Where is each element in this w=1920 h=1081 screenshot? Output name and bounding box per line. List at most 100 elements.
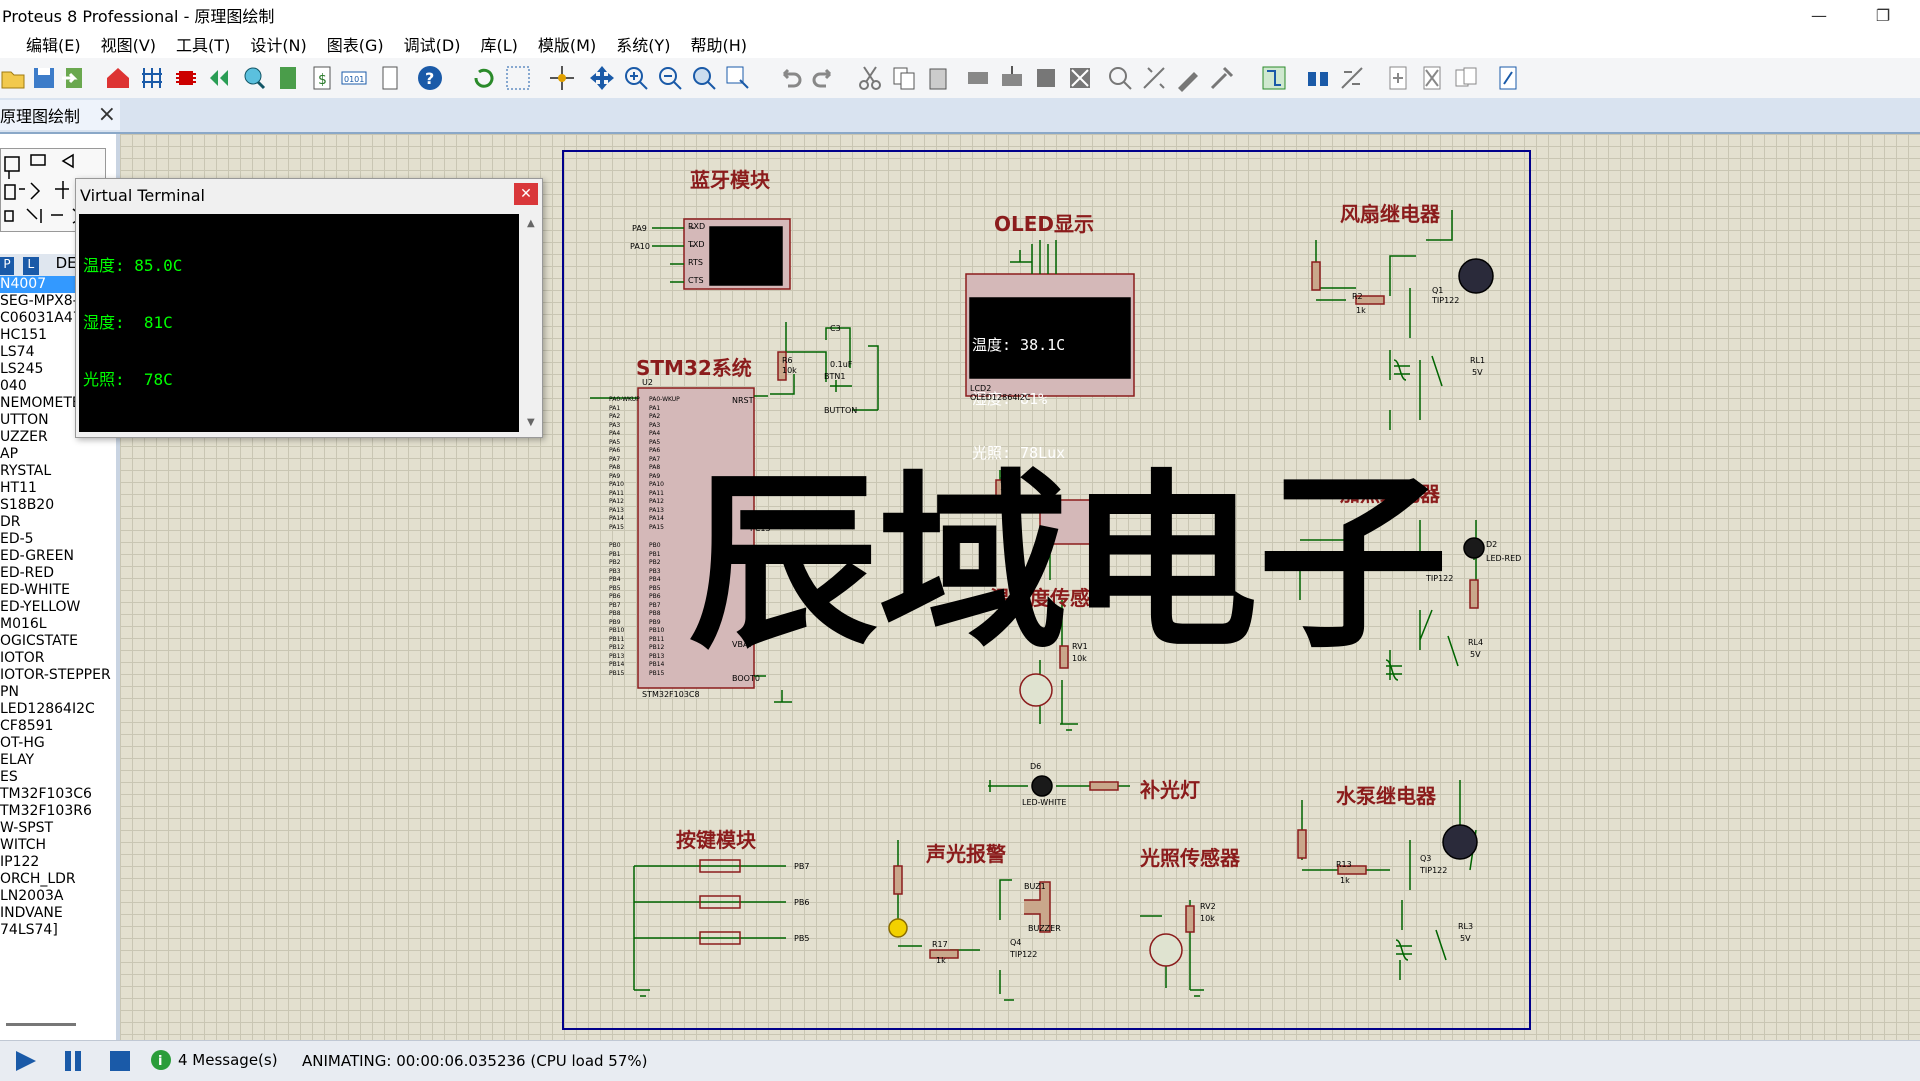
list-item[interactable]: DR: [0, 514, 112, 531]
list-item[interactable]: ED-RED: [0, 565, 112, 582]
list-item[interactable]: LN2003A: [0, 888, 112, 905]
menu-item-system[interactable]: 系统(Y): [616, 32, 670, 56]
menu-item-help[interactable]: 帮助(H): [690, 32, 747, 56]
block-move-icon[interactable]: [998, 64, 1026, 92]
help-icon[interactable]: ?: [416, 64, 444, 92]
list-item[interactable]: TM32F103R6: [0, 803, 112, 820]
origin-icon[interactable]: [548, 64, 576, 92]
wire-autorouter-icon[interactable]: [1260, 64, 1288, 92]
redo-icon[interactable]: [810, 64, 838, 92]
copy-icon[interactable]: [890, 64, 918, 92]
pan-icon[interactable]: [588, 64, 616, 92]
list-item[interactable]: ED-5: [0, 531, 112, 548]
list-item[interactable]: LED12864I2C: [0, 701, 112, 718]
menu-item-edit[interactable]: 编辑(E): [26, 32, 81, 56]
new-sheet-icon[interactable]: [1384, 64, 1412, 92]
horizontal-scrollbar[interactable]: [6, 1023, 76, 1026]
list-item[interactable]: TM32F103C6: [0, 786, 112, 803]
chip-icon[interactable]: [172, 64, 200, 92]
list-item[interactable]: ED-WHITE: [0, 582, 112, 599]
list-item[interactable]: WITCH: [0, 837, 112, 854]
list-item[interactable]: CF8591: [0, 718, 112, 735]
search-icon[interactable]: [1304, 64, 1332, 92]
make-device-icon[interactable]: [1140, 64, 1168, 92]
compile-icon[interactable]: [206, 64, 234, 92]
library-button[interactable]: L: [22, 257, 39, 275]
menu-item-tools[interactable]: 工具(T): [176, 32, 230, 56]
scroll-down-icon[interactable]: ▼: [527, 417, 535, 428]
list-item[interactable]: S18B20: [0, 497, 112, 514]
list-item[interactable]: AP: [0, 446, 112, 463]
bom-icon[interactable]: $: [308, 64, 336, 92]
stop-button[interactable]: [108, 1049, 132, 1077]
schematic-canvas[interactable]: 温度: 38.1C 湿度: 81% 光照: 78Lux 蓝牙模块 OLED显示 …: [75, 134, 1920, 1040]
close-icon[interactable]: ×: [98, 102, 116, 127]
oled-line-temp: 温度: 38.1C: [972, 336, 1066, 354]
list-item[interactable]: IOTOR: [0, 650, 112, 667]
document-icon[interactable]: [376, 64, 404, 92]
zoom-out-icon[interactable]: [656, 64, 684, 92]
list-item[interactable]: W-SPST: [0, 820, 112, 837]
list-item[interactable]: 74LS74]: [0, 922, 112, 939]
list-item[interactable]: OGICSTATE: [0, 633, 112, 650]
terminal-output[interactable]: 温度: 85.0C 湿度: 81C 光照: 78C: [79, 214, 519, 432]
gerber-icon[interactable]: [274, 64, 302, 92]
block-delete-icon[interactable]: [1066, 64, 1094, 92]
undo-icon[interactable]: [776, 64, 804, 92]
list-item[interactable]: HT11: [0, 480, 112, 497]
remove-sheet-icon[interactable]: [1418, 64, 1446, 92]
list-item[interactable]: ED-GREEN: [0, 548, 112, 565]
terminal-scrollbar[interactable]: ▲ ▼: [524, 214, 540, 432]
decompose-icon[interactable]: [1208, 64, 1236, 92]
menu-item-template[interactable]: 模版(M): [538, 32, 596, 56]
zoom-area-icon[interactable]: [724, 64, 752, 92]
menu-item-debug[interactable]: 调试(D): [404, 32, 461, 56]
block-rotate-icon[interactable]: [1032, 64, 1060, 92]
list-item[interactable]: ELAY: [0, 752, 112, 769]
list-item[interactable]: ORCH_LDR: [0, 871, 112, 888]
property-tool-icon[interactable]: [1338, 64, 1366, 92]
save-icon[interactable]: [30, 64, 58, 92]
scroll-up-icon[interactable]: ▲: [527, 218, 535, 229]
restore-button[interactable]: ❐: [1860, 0, 1906, 30]
list-item[interactable]: ES: [0, 769, 112, 786]
package-tool-icon[interactable]: [1174, 64, 1202, 92]
list-item[interactable]: IOTOR-STEPPER: [0, 667, 112, 684]
home-icon[interactable]: [104, 64, 132, 92]
virtual-terminal-titlebar[interactable]: Virtual Terminal: [76, 179, 542, 211]
import-icon[interactable]: [60, 64, 88, 92]
list-item[interactable]: PN: [0, 684, 112, 701]
pick-device-icon[interactable]: [1106, 64, 1134, 92]
list-item[interactable]: M016L: [0, 616, 112, 633]
tab-schematic[interactable]: 原理图绘制 ×: [0, 100, 120, 130]
menu-item-design[interactable]: 设计(N): [250, 32, 306, 56]
cut-icon[interactable]: [856, 64, 884, 92]
list-item[interactable]: INDVANE: [0, 905, 112, 922]
grid-icon[interactable]: [504, 64, 532, 92]
menu-item-graph[interactable]: 图表(G): [327, 32, 384, 56]
play-button[interactable]: [14, 1049, 40, 1077]
refresh-icon[interactable]: [470, 64, 498, 92]
open-folder-icon[interactable]: [0, 64, 28, 92]
block-copy-icon[interactable]: [964, 64, 992, 92]
source-code-icon[interactable]: 0101: [340, 64, 368, 92]
list-item[interactable]: IP122: [0, 854, 112, 871]
netlist-icon[interactable]: [138, 64, 166, 92]
list-item[interactable]: OT-HG: [0, 735, 112, 752]
zoom-all-icon[interactable]: [690, 64, 718, 92]
zoom-in-icon[interactable]: [622, 64, 650, 92]
minimize-button[interactable]: —: [1796, 0, 1842, 30]
close-icon[interactable]: ✕: [514, 183, 538, 205]
menu-item-view[interactable]: 视图(V): [101, 32, 156, 56]
3d-view-icon[interactable]: [240, 64, 268, 92]
menu-item-library[interactable]: 库(L): [480, 32, 517, 56]
pick-button[interactable]: P: [0, 257, 14, 275]
messages-indicator[interactable]: i 4 Message(s): [150, 1043, 290, 1077]
virtual-terminal-window[interactable]: Virtual Terminal ✕ 温度: 85.0C 湿度: 81C 光照:…: [75, 178, 543, 438]
parent-sheet-icon[interactable]: [1452, 64, 1480, 92]
list-item[interactable]: ED-YELLOW: [0, 599, 112, 616]
paste-icon[interactable]: [924, 64, 952, 92]
pause-button[interactable]: [62, 1049, 84, 1077]
list-item[interactable]: RYSTAL: [0, 463, 112, 480]
design-explorer-icon[interactable]: [1494, 64, 1522, 92]
